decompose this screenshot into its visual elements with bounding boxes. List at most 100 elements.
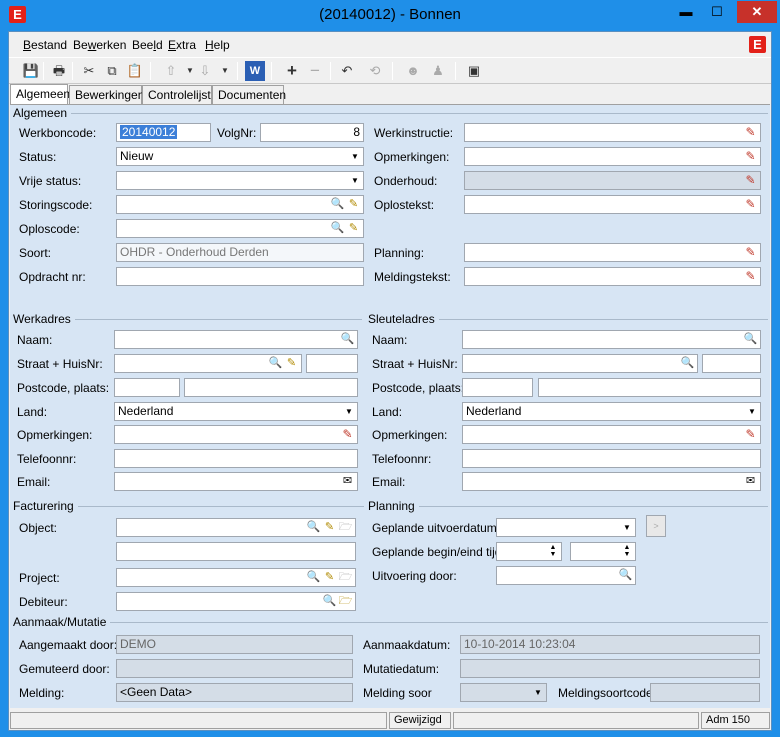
nav-up-icon[interactable]: ⇧ [161, 61, 181, 81]
search-icon[interactable]: 🔍 [322, 594, 337, 609]
eraser-icon[interactable]: ✎ [322, 520, 337, 535]
menu-extra[interactable]: Extra [168, 38, 196, 52]
oplostekst-field[interactable]: ✎ [464, 195, 761, 214]
sleutel-postcode-field[interactable] [462, 378, 533, 397]
eraser-icon[interactable]: ✎ [322, 570, 337, 585]
eind-tijd-field[interactable]: ▲ ▼ [570, 542, 636, 561]
tab-bewerkingen[interactable]: Bewerkingen [69, 85, 144, 104]
soort-field[interactable]: OHDR - Onderhoud Derden [116, 243, 364, 262]
chevron-down-icon[interactable]: ▼ [745, 404, 759, 419]
paste-icon[interactable]: 📋 [125, 61, 145, 81]
remove-icon[interactable]: − [305, 61, 325, 81]
folder-icon[interactable]: 🗁 [338, 594, 353, 609]
tab-controlelijst[interactable]: Controlelijst [142, 85, 212, 104]
werk-email-field[interactable]: ✉ [114, 472, 358, 491]
sleutel-plaats-field[interactable] [538, 378, 761, 397]
werk-opmerkingen-field[interactable]: ✎ [114, 425, 358, 444]
save-icon[interactable]: 💾 [21, 61, 41, 81]
folder-icon[interactable]: 🗁 [338, 520, 353, 535]
oploscode-field[interactable]: 🔍 ✎ [116, 219, 364, 238]
window-icon[interactable]: ▣ [464, 61, 484, 81]
werk-straat-field[interactable]: 🔍 ✎ [114, 354, 302, 373]
aanmaakdatum-field[interactable]: 10-10-2014 10:23:04 [460, 635, 760, 654]
mail-icon[interactable]: ✉ [340, 474, 355, 489]
sleutel-huisnr-field[interactable] [702, 354, 761, 373]
edit-icon[interactable]: ✎ [743, 427, 758, 442]
werk-land-select[interactable]: Nederland ▼ [114, 402, 358, 421]
search-icon[interactable]: 🔍 [618, 568, 633, 583]
eraser-icon[interactable]: ✎ [346, 197, 361, 212]
edit-icon[interactable]: ✎ [743, 173, 758, 188]
tab-algemeen[interactable]: Algemeen [10, 84, 70, 105]
planning-next-button[interactable]: > [646, 515, 666, 537]
opdracht-field[interactable] [116, 267, 364, 286]
copy-icon[interactable]: ⧉ [102, 61, 122, 81]
menu-bestand[interactable]: Bestand [23, 38, 67, 52]
search-icon[interactable]: 🔍 [268, 356, 283, 371]
mail-icon[interactable]: ✉ [743, 474, 758, 489]
uitvoerdatum-select[interactable]: ▼ [496, 518, 636, 537]
debiteur-field[interactable]: 🔍 🗁 [116, 592, 356, 611]
sleutel-email-field[interactable]: ✉ [462, 472, 761, 491]
nav-down-icon[interactable]: ⇩ [195, 61, 215, 81]
cut-icon[interactable]: ✂ [79, 61, 99, 81]
menu-bewerken[interactable]: Bewerken [73, 38, 126, 52]
search-icon[interactable]: 🔍 [680, 356, 695, 371]
meldingstekst-field[interactable]: ✎ [464, 267, 761, 286]
melding-field[interactable]: <Geen Data> [116, 683, 353, 702]
sleutel-land-select[interactable]: Nederland ▼ [462, 402, 761, 421]
werk-huisnr-field[interactable] [306, 354, 358, 373]
sleutel-telefoon-field[interactable] [462, 449, 761, 468]
volgnr-field[interactable]: 8 [260, 123, 364, 142]
status-select[interactable]: Nieuw ▼ [116, 147, 364, 166]
maximize-button[interactable]: ☐ [702, 1, 732, 23]
werk-postcode-field[interactable] [114, 378, 180, 397]
menu-help[interactable]: Help [205, 38, 230, 52]
object-extra-field[interactable] [116, 542, 356, 561]
edit-icon[interactable]: ✎ [743, 245, 758, 260]
aangemaakt-field[interactable]: DEMO [116, 635, 353, 654]
gemuteerd-field[interactable] [116, 659, 353, 678]
eraser-icon[interactable]: ✎ [346, 221, 361, 236]
werk-plaats-field[interactable] [184, 378, 358, 397]
edit-icon[interactable]: ✎ [743, 269, 758, 284]
folder-icon[interactable]: 🗁 [338, 570, 353, 585]
project-field[interactable]: 🔍 ✎ 🗁 [116, 568, 356, 587]
chevron-down-icon[interactable]: ▼ [620, 520, 634, 535]
close-button[interactable]: ✕ [737, 1, 777, 23]
eraser-icon[interactable]: ✎ [284, 356, 299, 371]
chevron-down-icon[interactable]: ▼ [215, 61, 235, 81]
tab-documenten[interactable]: Documenten [212, 85, 286, 104]
spinner-icon[interactable]: ▲ ▼ [546, 544, 560, 559]
undo-icon[interactable]: ↶ [337, 61, 357, 81]
werk-telefoon-field[interactable] [114, 449, 358, 468]
search-icon[interactable]: 🔍 [743, 332, 758, 347]
begin-tijd-field[interactable]: ▲ ▼ [496, 542, 562, 561]
opmerkingen-field[interactable]: ✎ [464, 147, 761, 166]
chevron-down-icon[interactable]: ▼ [531, 685, 545, 700]
werkinstructie-field[interactable]: ✎ [464, 123, 761, 142]
edit-icon[interactable]: ✎ [340, 427, 355, 442]
search-icon[interactable]: 🔍 [330, 221, 345, 236]
edit-icon[interactable]: ✎ [743, 149, 758, 164]
sleutel-naam-field[interactable]: 🔍 [462, 330, 761, 349]
search-icon[interactable]: 🔍 [306, 570, 321, 585]
object-field[interactable]: 🔍 ✎ 🗁 [116, 518, 356, 537]
meldingsoortcode-field[interactable] [650, 683, 760, 702]
vrije-status-select[interactable]: ▼ [116, 171, 364, 190]
menu-beeld[interactable]: Beeld [132, 38, 163, 52]
search-icon[interactable]: 🔍 [330, 197, 345, 212]
werkboncode-field[interactable]: 20140012 [116, 123, 211, 142]
edit-icon[interactable]: ✎ [743, 197, 758, 212]
edit-icon[interactable]: ✎ [743, 125, 758, 140]
chevron-down-icon[interactable]: ▼ [348, 173, 362, 188]
refresh-icon[interactable]: ⟲ [365, 61, 385, 81]
add-icon[interactable]: + [282, 61, 302, 81]
planning-field[interactable]: ✎ [464, 243, 761, 262]
chevron-down-icon[interactable]: ▼ [342, 404, 356, 419]
onderhoud-field[interactable]: ✎ [464, 171, 761, 190]
sleutel-opmerkingen-field[interactable]: ✎ [462, 425, 761, 444]
search-icon[interactable]: 🔍 [340, 332, 355, 347]
spinner-icon[interactable]: ▲ ▼ [620, 544, 634, 559]
werk-naam-field[interactable]: 🔍 [114, 330, 358, 349]
